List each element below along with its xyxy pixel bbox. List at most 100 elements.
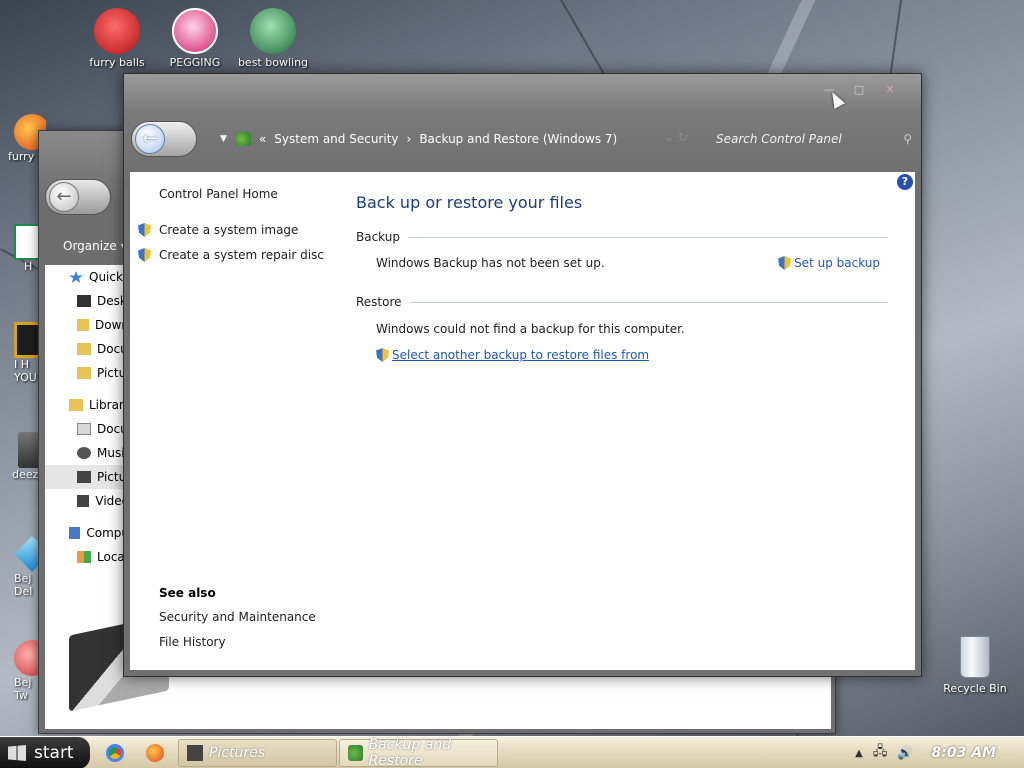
restore-status-text: Windows could not find a backup for this…: [376, 322, 685, 336]
section-label: Restore: [356, 295, 402, 309]
nav-item-label: Musi: [97, 446, 125, 460]
nav-item-documents[interactable]: Docu: [45, 337, 129, 361]
main-pane: Back up or restore your files Backup Win…: [356, 172, 890, 670]
nav-item-quick-access[interactable]: Quick: [45, 265, 129, 289]
nav-item-lib-pictures[interactable]: Pictu: [45, 465, 129, 489]
link-label: Create a system image: [159, 223, 299, 237]
nav-item-pictures[interactable]: Pictu: [45, 361, 129, 385]
start-button[interactable]: start: [0, 737, 90, 768]
nav-item-videos[interactable]: Video: [45, 489, 129, 513]
nav-item-label: Loca: [97, 550, 125, 564]
explorer-back-button[interactable]: ←: [45, 179, 111, 215]
link-label: Set up backup: [794, 256, 880, 270]
best-bowling-icon: [250, 8, 296, 54]
search-icon[interactable]: ⚲: [903, 128, 912, 150]
maximize-button[interactable]: □: [851, 83, 867, 97]
breadcrumb-separator[interactable]: ›: [407, 132, 412, 146]
nav-item-lib-documents[interactable]: Docu: [45, 417, 129, 441]
control-panel-icon: [234, 132, 251, 146]
control-panel-icon: [348, 745, 363, 761]
system-tray: ▲ 🖧 🔊 8:03 AM: [855, 737, 1024, 768]
back-button[interactable]: ←: [131, 121, 197, 157]
set-up-backup-link[interactable]: Set up backup: [778, 256, 880, 270]
desktop-icon-label: Recycle Bin: [943, 682, 1007, 695]
folder-icon: [77, 367, 91, 379]
desktop-icon-furry-balls[interactable]: furry balls: [78, 8, 156, 69]
nav-item-label: Librar: [89, 398, 124, 412]
computer-icon: [69, 527, 81, 539]
taskbar: start Pictures Backup and Restore ▲ 🖧 🔊 …: [0, 736, 1024, 768]
volume-icon[interactable]: 🔊: [897, 746, 913, 761]
windows-logo-icon: [8, 745, 26, 761]
downloads-icon: [77, 319, 89, 331]
nav-item-downloads[interactable]: Down: [45, 313, 129, 337]
link-label: Create a system repair disc: [159, 248, 324, 262]
help-button[interactable]: ?: [897, 174, 913, 190]
nav-item-desktop[interactable]: Desk: [45, 289, 129, 313]
back-arrow-icon: ←: [135, 124, 165, 154]
search-input[interactable]: Search Control Panel: [716, 132, 842, 146]
clock[interactable]: 8:03 AM: [932, 745, 996, 761]
section-divider: [409, 301, 888, 303]
desktop-icon-best-bowling[interactable]: best bowling: [234, 8, 312, 69]
control-panel-window[interactable]: — □ ✕ ← ▼ « System and Security › Backup…: [123, 73, 922, 677]
desktop-icon-recycle-bin[interactable]: Recycle Bin: [940, 636, 1010, 695]
desktop-icon-label: PEGGING: [169, 56, 221, 69]
show-hidden-icons-icon[interactable]: ▲: [855, 748, 863, 759]
furry-balls-icon: [94, 8, 140, 54]
pictures-icon: [187, 745, 203, 761]
uac-shield-icon: [778, 256, 792, 270]
create-repair-disc-link[interactable]: Create a system repair disc: [138, 248, 324, 262]
section-divider: [408, 236, 888, 238]
uac-shield-icon: [138, 248, 151, 262]
nav-item-music[interactable]: Musi: [45, 441, 129, 465]
address-bar[interactable]: ▼ « System and Security › Backup and Res…: [220, 130, 617, 148]
pegging-icon: [172, 8, 218, 54]
music-icon: [77, 447, 91, 459]
nav-item-label: Pictu: [97, 470, 127, 484]
close-button[interactable]: ✕: [882, 83, 898, 97]
desktop-icon-pegging[interactable]: PEGGING: [156, 8, 234, 69]
control-panel-content: ? Control Panel Home Create a system ima…: [130, 172, 915, 670]
drive-icon: [77, 551, 91, 563]
chrome-icon[interactable]: [106, 744, 124, 762]
desktop-icon-label: furry balls: [89, 56, 145, 69]
back-arrow-icon: ←: [49, 182, 79, 212]
refresh-icon[interactable]: ⌄ ↻: [664, 130, 688, 144]
task-label: Pictures: [209, 745, 266, 761]
breadcrumb-backup-and-restore[interactable]: Backup and Restore (Windows 7): [419, 132, 617, 146]
desktop-icon-label: best bowling: [237, 56, 309, 69]
nav-item-computer[interactable]: Compu: [45, 521, 129, 545]
nav-item-label: Quick: [89, 270, 123, 284]
section-label: Backup: [356, 230, 400, 244]
uac-shield-icon: [376, 348, 389, 362]
pictures-icon: [77, 471, 91, 483]
organize-menu[interactable]: Organize ▾: [63, 239, 127, 253]
select-another-backup-link[interactable]: Select another backup to restore files f…: [376, 348, 649, 362]
create-system-image-link[interactable]: Create a system image: [138, 223, 298, 237]
firefox-icon[interactable]: [146, 744, 164, 762]
breadcrumb-overflow[interactable]: «: [259, 132, 266, 146]
control-panel-home-link[interactable]: Control Panel Home: [159, 187, 278, 201]
network-icon[interactable]: 🖧: [873, 742, 888, 764]
uac-shield-icon: [138, 223, 151, 237]
breadcrumb-system-and-security[interactable]: System and Security: [274, 132, 398, 146]
library-icon: [69, 399, 83, 411]
task-label: Backup and Restore: [368, 737, 452, 768]
file-history-link[interactable]: File History: [159, 635, 226, 649]
link-label: Select another backup to restore files f…: [392, 348, 650, 362]
left-task-pane: Control Panel Home Create a system image…: [130, 172, 340, 670]
search-box[interactable]: Search Control Panel ⚲: [716, 128, 912, 150]
videos-icon: [77, 495, 90, 507]
taskbar-item-pictures[interactable]: Pictures: [178, 739, 337, 767]
recent-pages-dropdown-icon[interactable]: ▼: [220, 134, 227, 144]
security-and-maintenance-link[interactable]: Security and Maintenance: [159, 610, 316, 624]
backup-section-heading: Backup: [356, 230, 888, 244]
nav-item-local-disk[interactable]: Loca: [45, 545, 129, 569]
nav-item-label: Pictu: [97, 366, 127, 380]
start-label: start: [34, 743, 74, 763]
desktop-icon: [77, 295, 91, 307]
folder-icon: [77, 343, 91, 355]
nav-item-libraries[interactable]: Librar: [45, 393, 129, 417]
taskbar-item-backup-and-restore[interactable]: Backup and Restore: [339, 737, 498, 768]
